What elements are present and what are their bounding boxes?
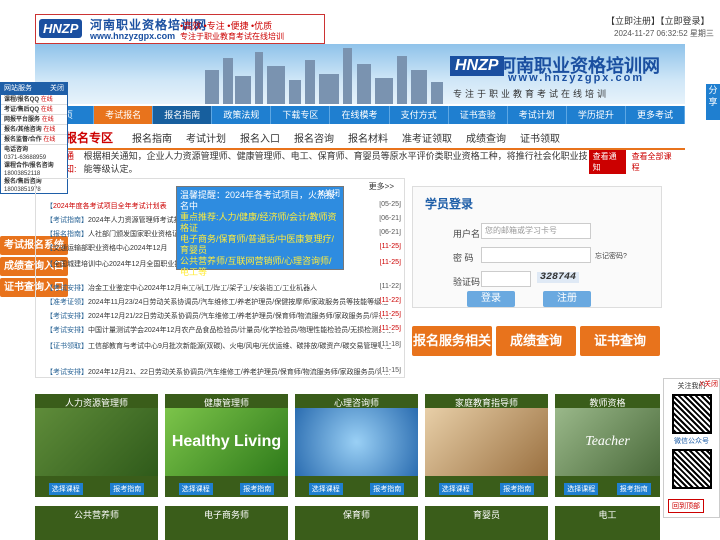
nav-policy[interactable]: 政策法规 <box>212 106 272 124</box>
service-row[interactable]: 考证/售后QQ 在线 <box>1 105 67 115</box>
apply-guide-button[interactable]: 报考指南 <box>616 483 651 495</box>
cert-query-big-button[interactable]: 证书查询 <box>580 326 660 356</box>
qr-code-icon <box>671 394 712 434</box>
captcha-label: 验证码 <box>453 277 481 287</box>
course-card[interactable]: 电工 <box>555 506 660 540</box>
login-button[interactable]: 登录 <box>467 291 515 307</box>
captcha-input[interactable] <box>481 271 531 287</box>
nav-more-exams[interactable]: 更多考试 <box>626 106 686 124</box>
nav-cert-check[interactable]: 证书查验 <box>449 106 508 124</box>
select-course-button[interactable]: 选择课程 <box>564 483 599 495</box>
course-card[interactable]: 家庭教育指导师 选择课程 报考指南 <box>425 394 548 497</box>
site-url: www.hnzyzgpx.com <box>90 31 176 41</box>
select-course-button[interactable]: 选择课程 <box>178 483 213 495</box>
banner-slogan: 专注于职业教育考试在线培训 <box>453 89 610 99</box>
service-row[interactable]: 报名监督/合作 在线 <box>1 135 67 145</box>
login-panel: 学员登录 用户名 您的邮箱或学习卡号 密 码 忘记密码? 验证码 328744 … <box>412 186 662 308</box>
captcha-image[interactable]: 328744 <box>537 272 580 283</box>
course-card[interactable]: 公共营养师 <box>35 506 158 540</box>
course-card[interactable]: 心理咨询师 选择课程 报考指南 <box>295 394 418 497</box>
subnav-item[interactable]: 准考证领取 <box>395 130 459 145</box>
qr-code-icon <box>671 449 712 489</box>
service-row[interactable]: 网报平台服务 在线 <box>1 115 67 125</box>
list-item[interactable]: 【考试安排】2024年12月21、22日劳动关系协调员/汽车维修工/养老护理员/… <box>46 367 401 377</box>
course-image <box>295 408 418 476</box>
banner-logo: HNZP <box>450 56 504 76</box>
register-button[interactable]: 注册 <box>543 291 591 307</box>
view-all-courses-link[interactable]: 查看全部课程 <box>632 151 675 173</box>
apply-guide-button[interactable]: 报考指南 <box>110 483 145 495</box>
main-nav: 首页 考试报名 报名指南 政策法规 下载专区 在线模考 支付方式 证书查验 考试… <box>35 106 686 124</box>
back-to-top-button[interactable]: 回到顶部 <box>668 499 704 513</box>
popup-line: 报名即将截止，请点击报名并查看更多考试！ <box>180 278 334 299</box>
nav-degree[interactable]: 学历提升 <box>567 106 626 124</box>
course-image <box>425 408 548 476</box>
follow-close-button[interactable]: X关闭 <box>699 379 718 389</box>
popup-close-button[interactable]: X关闭 <box>319 188 340 199</box>
register-login-links[interactable]: 【立即注册】【立即登录】 <box>606 14 710 27</box>
course-image: Healthy Living <box>165 408 288 476</box>
nav-mock-exam[interactable]: 在线模考 <box>330 106 390 124</box>
banner-url: www.hnzyzgpx.com <box>508 72 645 84</box>
popup-line: 重点推荐:人力/健康/经济师/会计/教师资格证 <box>180 212 337 233</box>
password-input[interactable] <box>481 247 591 263</box>
password-label: 密 码 <box>453 253 474 263</box>
subnav-item[interactable]: 证书领取 <box>513 130 567 145</box>
course-card[interactable]: 健康管理师 Healthy Living 选择课程 报考指南 <box>165 394 288 497</box>
subnav-item[interactable]: 报名入口 <box>233 130 287 145</box>
sub-nav: 报名专区 报名指南 考试计划 报名入口 报名咨询 报名材料 准考证领取 成绩查询… <box>35 126 685 150</box>
nav-exam-plan[interactable]: 考试计划 <box>508 106 567 124</box>
notice-bar: 通知: 根据相关通知，企业人力资源管理师、健康管理师、电工、保育师、育婴员等原水… <box>35 150 685 174</box>
apply-guide-button[interactable]: 报考指南 <box>370 483 405 495</box>
view-notice-button[interactable]: 查看通知 <box>588 150 626 174</box>
service-row[interactable]: 报名/其他咨询 在线 <box>1 125 67 135</box>
service-panel-title: 网站服务 <box>4 85 32 92</box>
news-more-link[interactable]: 更多>> <box>369 181 394 192</box>
popup-line: 电子商务/保育师/普通话/中医康复理疗/育婴员 <box>180 234 335 255</box>
nav-exam-signup[interactable]: 考试报名 <box>94 106 154 124</box>
nav-signup-guide[interactable]: 报名指南 <box>153 106 213 124</box>
notice-text: 根据相关通知，企业人力资源管理师、健康管理师、电工、保育师、育婴员等原水平评价类… <box>83 151 588 174</box>
subnav-item[interactable]: 报名材料 <box>341 130 395 145</box>
list-item[interactable]: 【考试安排】2024年12月21/22日劳动关系协调员/汽车维修工/养老护理员/… <box>46 311 401 321</box>
course-image: Teacher <box>555 408 660 476</box>
score-query-big-button[interactable]: 成绩查询 <box>496 326 576 356</box>
promo-popup[interactable]: X关闭 温馨提醒：2024年各考试项目，火热报名中 重点推荐:人力/健康/经济师… <box>176 186 344 299</box>
wechat-label: 微信公众号 <box>674 438 709 445</box>
logo-icon: HNZP <box>39 19 83 38</box>
share-button[interactable]: 分享 <box>706 84 720 120</box>
signup-service-button[interactable]: 报名服务相关 <box>412 326 492 356</box>
apply-guide-button[interactable]: 报考指南 <box>500 483 535 495</box>
username-input[interactable]: 您的邮箱或学习卡号 <box>481 223 591 239</box>
service-row[interactable]: 课程/报名QQ 在线 <box>1 95 67 105</box>
subnav-item[interactable]: 报名指南 <box>125 130 179 145</box>
follow-us-panel: X关闭 关注我们 微信公众号 回到顶部 <box>663 378 720 518</box>
list-item[interactable]: 【证书领取】工信部教育与考试中心9月批次新能源(双碳)、火电/风电/光伏运维、碳… <box>46 341 401 351</box>
username-label: 用户名 <box>453 229 481 239</box>
course-card[interactable]: 电子商务师 <box>165 506 288 540</box>
login-title: 学员登录 <box>425 197 474 211</box>
course-card[interactable]: 保育师 <box>295 506 418 540</box>
list-item[interactable]: 【考试安排】中国计量测试学会2024年12月农产品食品检验员/计量员/化学检验员… <box>46 325 401 335</box>
popup-line: 温馨提醒：2024年各考试项目，火热报名中 <box>180 190 336 211</box>
subnav-item[interactable]: 成绩查询 <box>459 130 513 145</box>
course-card[interactable]: 教师资格 Teacher 选择课程 报考指南 <box>555 394 660 497</box>
select-course-button[interactable]: 选择课程 <box>48 483 83 495</box>
course-image <box>35 408 158 476</box>
current-datetime: 2024-11-27 06:32:52 星期三 <box>614 29 714 38</box>
popup-line: 公共营养师/互联网营销师/心理咨询师/电工等 <box>180 256 332 277</box>
subnav-item[interactable]: 考试计划 <box>179 130 233 145</box>
slogan-tagline: 专注于职业教育考试在线培训 <box>180 32 284 41</box>
nav-download[interactable]: 下载专区 <box>271 106 331 124</box>
service-panel-close[interactable]: 关闭 <box>50 83 64 95</box>
select-course-button[interactable]: 选择课程 <box>308 483 343 495</box>
apply-guide-button[interactable]: 报考指南 <box>240 483 275 495</box>
nav-payment[interactable]: 支付方式 <box>390 106 449 124</box>
course-card[interactable]: 人力资源管理师 选择课程 报考指南 <box>35 394 158 497</box>
subnav-item[interactable]: 报名咨询 <box>287 130 341 145</box>
course-card[interactable]: 育婴员 <box>425 506 548 540</box>
select-course-button[interactable]: 选择课程 <box>438 483 473 495</box>
forgot-password-link[interactable]: 忘记密码? <box>595 251 627 261</box>
